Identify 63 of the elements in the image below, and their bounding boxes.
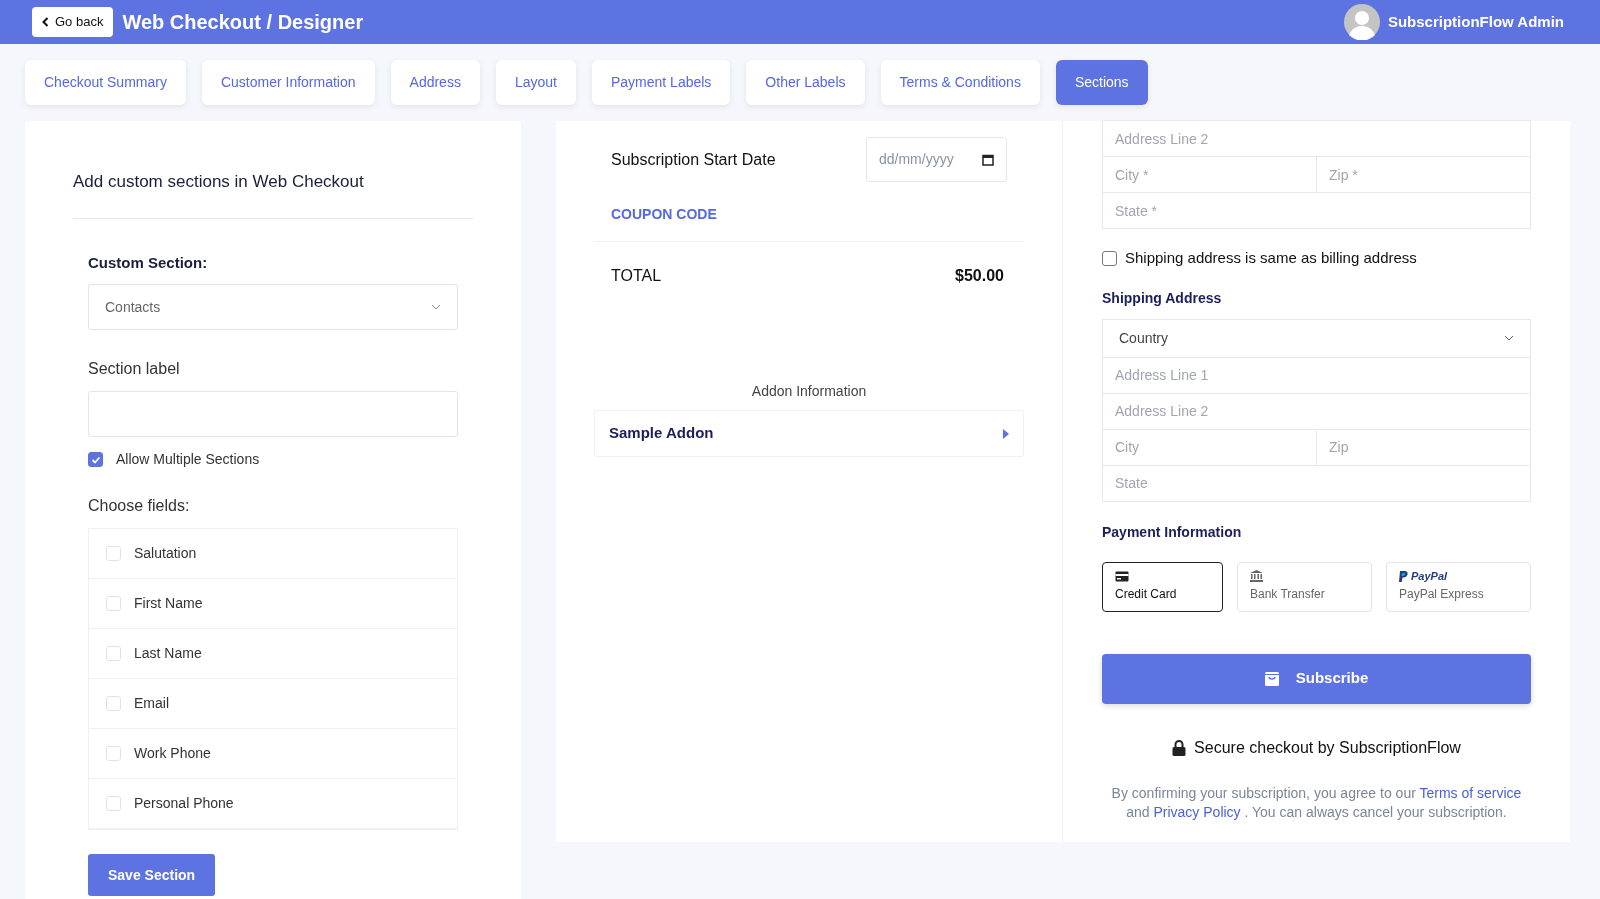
total-amount: $50.00 (955, 266, 1005, 286)
tab[interactable]: Other Labels (746, 60, 865, 105)
user-name[interactable]: SubscriptionFlow Admin (1387, 10, 1564, 34)
subscribe-button[interactable]: Subscribe (1102, 653, 1531, 704)
chevron-down-icon (431, 304, 441, 310)
total-label: TOTAL (611, 266, 663, 286)
addon-heading: Addon Information (751, 382, 867, 401)
bank-icon (1250, 570, 1263, 582)
section-heading: Shipping Address (1102, 288, 1223, 308)
field-option[interactable]: Salutation (89, 529, 457, 579)
checkmark-icon (90, 454, 101, 465)
paypal-logo-text: PayPal (1411, 570, 1448, 582)
payment-method-option[interactable]: Credit Card (1102, 561, 1223, 612)
chevron-left-icon (42, 17, 49, 27)
checkbox-label: Allow Multiple Sections (116, 450, 260, 469)
chevron-down-icon (1504, 335, 1514, 341)
section-label-input[interactable] (88, 391, 458, 437)
field-option[interactable]: Personal Phone (89, 779, 457, 829)
field-option[interactable]: Work Phone (89, 729, 457, 779)
tab[interactable]: Customer Information (201, 60, 375, 105)
input-field[interactable]: Address Line 2 (1102, 120, 1531, 157)
tab[interactable]: Layout (495, 60, 576, 105)
caret-right-icon (1003, 428, 1009, 439)
input-field[interactable]: State (1102, 464, 1531, 502)
panel-heading: Add custom sections in Web Checkout (73, 171, 365, 193)
calendar-icon (982, 153, 994, 166)
field-label: Choose fields: (88, 496, 191, 516)
coupon-code-link[interactable]: COUPON CODE (594, 204, 1024, 225)
field-label: Custom Section: (88, 252, 209, 273)
tab[interactable]: Terms & Conditions (880, 60, 1040, 105)
payment-method-option[interactable]: PayPal PayPal Express (1386, 561, 1531, 612)
addon-row[interactable]: Sample Addon (594, 410, 1024, 457)
page-title: Web Checkout / Designer (122, 10, 364, 35)
section-select[interactable]: Contacts (88, 284, 458, 330)
terms-link[interactable]: Privacy Policy (1153, 803, 1241, 820)
save-section-button[interactable]: Save Section (88, 854, 216, 896)
field-option[interactable]: Last Name (89, 629, 457, 679)
tab[interactable]: Payment Labels (591, 60, 731, 105)
field-option[interactable]: Email (89, 679, 457, 729)
input-field[interactable]: State * (1102, 192, 1531, 229)
credit-card-icon (1115, 570, 1129, 582)
checkbox[interactable] (88, 452, 103, 467)
shopping-bag-icon (1264, 671, 1279, 686)
tab[interactable]: Checkout Summary (25, 60, 186, 105)
tab[interactable]: Address (390, 60, 480, 105)
paypal-logo-icon (1399, 570, 1408, 582)
date-input[interactable]: dd/mm/yyyy (866, 137, 1007, 182)
avatar-icon[interactable] (1343, 4, 1380, 40)
terms-notice: By confirming your subscription, you agree to our Terms of service and Privacy Policy . You can always cancel your subscription. (1110, 783, 1523, 822)
secure-checkout-text: Secure checkout by SubscriptionFlow (1194, 737, 1461, 758)
terms-link[interactable]: Terms of service (1419, 784, 1522, 801)
checkbox-label: Shipping address is same as billing address (1125, 248, 1417, 268)
tab[interactable]: Sections (1055, 60, 1148, 105)
checkbox[interactable] (1102, 250, 1117, 266)
field-option[interactable]: First Name (89, 579, 457, 629)
lock-icon (1172, 739, 1187, 756)
input-field[interactable]: Address Line 1 (1102, 356, 1531, 394)
go-back-button[interactable]: Go back (32, 7, 114, 37)
section-heading: Payment Information (1102, 522, 1243, 542)
field-label: Section label (88, 359, 181, 379)
payment-method-option[interactable]: Bank Transfer (1237, 561, 1372, 612)
input-field[interactable]: Address Line 2 (1102, 392, 1531, 430)
start-date-label: Subscription Start Date (611, 149, 777, 170)
